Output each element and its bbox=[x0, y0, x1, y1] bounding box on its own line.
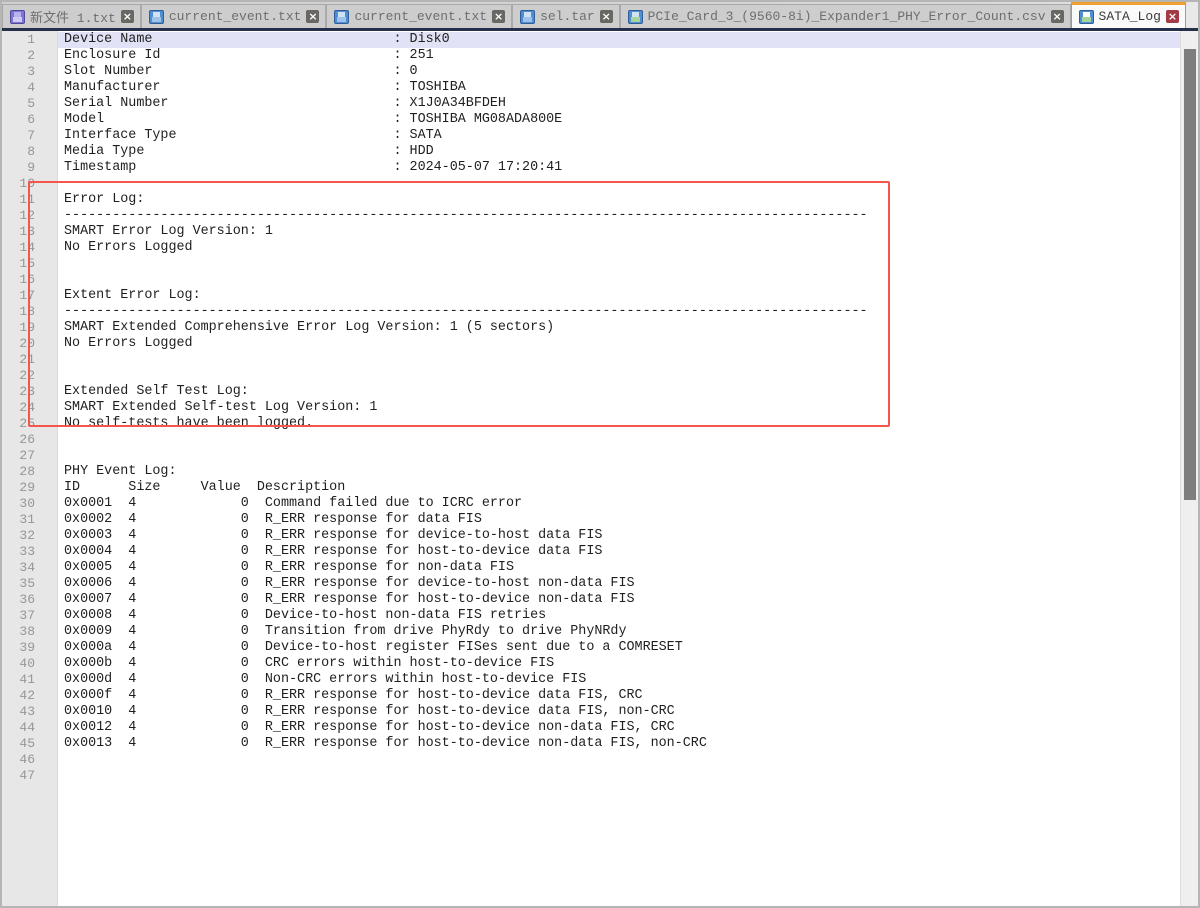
line-number: 40 bbox=[2, 656, 35, 672]
tab-label: sel.tar bbox=[540, 9, 595, 24]
close-icon[interactable]: × bbox=[1051, 10, 1064, 23]
close-icon[interactable]: × bbox=[1166, 10, 1179, 23]
line-number: 16 bbox=[2, 272, 35, 288]
close-icon[interactable]: × bbox=[306, 10, 319, 23]
floppy-disk-icon bbox=[520, 10, 535, 24]
line-number: 32 bbox=[2, 528, 35, 544]
line-number: 30 bbox=[2, 496, 35, 512]
tab-PCIe_Card_3__9560-8i__Expander1_PHY_Error_Count.csv[interactable]: PCIe_Card_3_(9560-8i)_Expander1_PHY_Erro… bbox=[620, 4, 1071, 28]
line-number: 36 bbox=[2, 592, 35, 608]
line-number: 8 bbox=[2, 144, 35, 160]
line-number: 37 bbox=[2, 608, 35, 624]
line-number: 10 bbox=[2, 176, 35, 192]
line-number: 33 bbox=[2, 544, 35, 560]
line-number: 45 bbox=[2, 736, 35, 752]
line-number: 44 bbox=[2, 720, 35, 736]
floppy-label-stripe bbox=[152, 17, 161, 22]
line-number: 31 bbox=[2, 512, 35, 528]
editor-area: 1234567891011121314151617181920212223242… bbox=[2, 31, 1198, 906]
line-number: 41 bbox=[2, 672, 35, 688]
tab-current_event.txt[interactable]: current_event.txt × bbox=[326, 4, 512, 28]
line-number: 23 bbox=[2, 384, 35, 400]
tab-_1.txt[interactable]: 新文件 1.txt × bbox=[2, 4, 141, 28]
line-number: 9 bbox=[2, 160, 35, 176]
line-number: 26 bbox=[2, 432, 35, 448]
line-number: 6 bbox=[2, 112, 35, 128]
document-text: Device Name : Disk0 Enclosure Id : 251 S… bbox=[58, 31, 1198, 768]
tab-label: 新文件 1.txt bbox=[30, 7, 116, 26]
line-number: 1 bbox=[2, 32, 35, 48]
line-number-gutter: 1234567891011121314151617181920212223242… bbox=[2, 31, 58, 906]
line-number: 19 bbox=[2, 320, 35, 336]
line-number: 7 bbox=[2, 128, 35, 144]
line-number: 25 bbox=[2, 416, 35, 432]
line-number: 18 bbox=[2, 304, 35, 320]
tab-bar: 新文件 1.txt×current_event.txt×current_even… bbox=[2, 2, 1198, 31]
line-number: 4 bbox=[2, 80, 35, 96]
close-icon[interactable]: × bbox=[600, 10, 613, 23]
floppy-disk-icon bbox=[10, 10, 25, 24]
line-number: 24 bbox=[2, 400, 35, 416]
line-number: 5 bbox=[2, 96, 35, 112]
line-number: 17 bbox=[2, 288, 35, 304]
editor-window: 新文件 1.txt×current_event.txt×current_even… bbox=[0, 0, 1200, 908]
tab-current_event.txt[interactable]: current_event.txt × bbox=[141, 4, 327, 28]
line-number: 22 bbox=[2, 368, 35, 384]
line-number: 47 bbox=[2, 768, 35, 784]
floppy-label-stripe bbox=[13, 17, 22, 22]
line-number: 21 bbox=[2, 352, 35, 368]
line-number: 28 bbox=[2, 464, 35, 480]
tab-label: current_event.txt bbox=[354, 9, 487, 24]
line-number: 20 bbox=[2, 336, 35, 352]
line-number: 29 bbox=[2, 480, 35, 496]
floppy-label-stripe bbox=[1082, 17, 1091, 22]
line-number: 11 bbox=[2, 192, 35, 208]
line-number: 15 bbox=[2, 256, 35, 272]
floppy-disk-icon bbox=[1079, 10, 1094, 24]
floppy-disk-icon bbox=[334, 10, 349, 24]
line-number: 39 bbox=[2, 640, 35, 656]
line-number: 14 bbox=[2, 240, 35, 256]
line-number: 12 bbox=[2, 208, 35, 224]
floppy-label-stripe bbox=[523, 17, 532, 22]
line-number: 43 bbox=[2, 704, 35, 720]
floppy-disk-icon bbox=[628, 10, 643, 24]
tab-SATA_Log[interactable]: SATA_Log × bbox=[1071, 2, 1186, 28]
line-number: 2 bbox=[2, 48, 35, 64]
floppy-label-stripe bbox=[631, 17, 640, 22]
tab-label: current_event.txt bbox=[169, 9, 302, 24]
line-number: 3 bbox=[2, 64, 35, 80]
tab-sel.tar[interactable]: sel.tar × bbox=[512, 4, 620, 28]
line-number: 42 bbox=[2, 688, 35, 704]
line-number: 13 bbox=[2, 224, 35, 240]
tab-label: SATA_Log bbox=[1099, 9, 1161, 24]
floppy-label-stripe bbox=[337, 17, 346, 22]
tab-label: PCIe_Card_3_(9560-8i)_Expander1_PHY_Erro… bbox=[648, 9, 1046, 24]
line-number: 27 bbox=[2, 448, 35, 464]
close-icon[interactable]: × bbox=[492, 10, 505, 23]
scrollbar-thumb[interactable] bbox=[1184, 49, 1196, 500]
close-icon[interactable]: × bbox=[121, 10, 134, 23]
line-number: 35 bbox=[2, 576, 35, 592]
vertical-scrollbar[interactable] bbox=[1180, 31, 1198, 906]
floppy-disk-icon bbox=[149, 10, 164, 24]
line-number: 46 bbox=[2, 752, 35, 768]
line-number: 38 bbox=[2, 624, 35, 640]
text-content-area[interactable]: Device Name : Disk0 Enclosure Id : 251 S… bbox=[58, 31, 1198, 906]
line-number: 34 bbox=[2, 560, 35, 576]
